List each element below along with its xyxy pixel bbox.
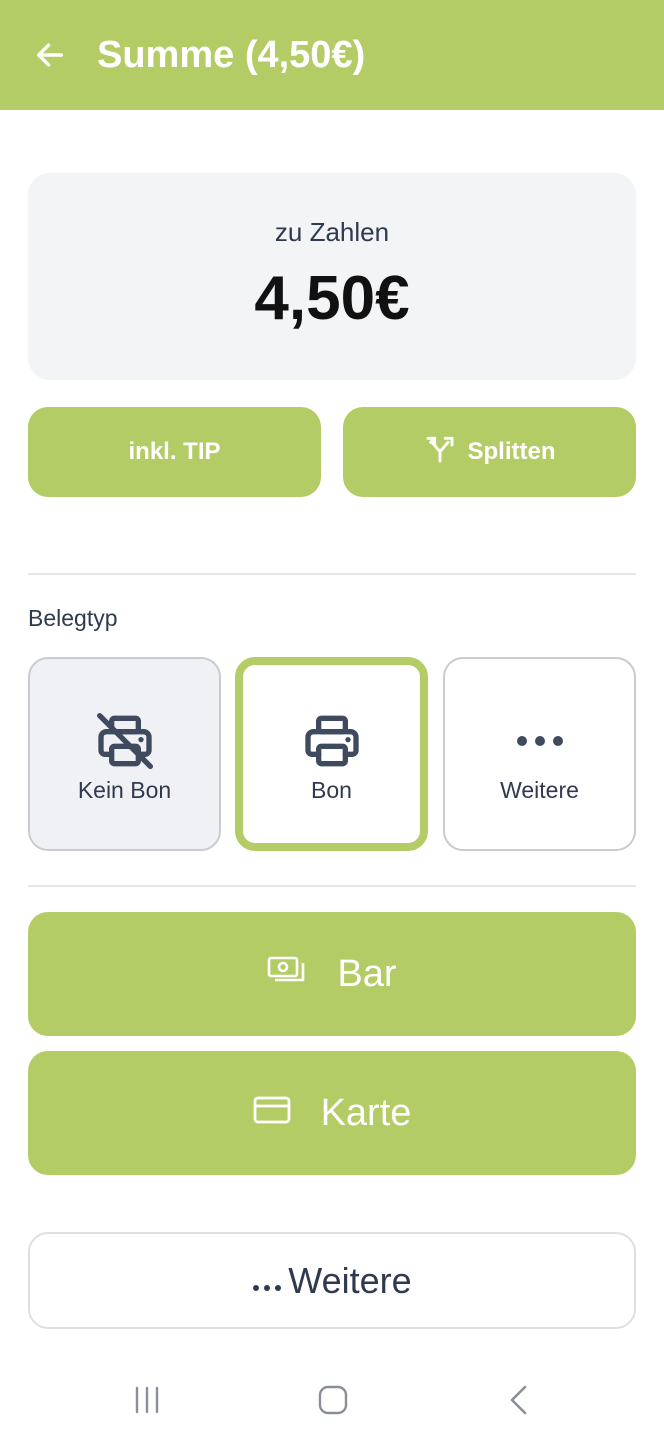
app-bar: Summe (4,50€) <box>0 0 664 110</box>
home-icon[interactable] <box>303 1378 363 1422</box>
receipt-option-no-receipt[interactable]: Kein Bon <box>28 657 221 851</box>
more-dots-icon <box>445 709 634 773</box>
receipt-option-label: Kein Bon <box>77 777 172 803</box>
more-payment-label: Weitere <box>288 1259 412 1301</box>
pay-cash-button[interactable]: Bar <box>28 912 636 1036</box>
tip-button-label: inkl. TIP <box>128 438 221 465</box>
printer-off-icon <box>30 709 219 773</box>
printer-icon <box>243 709 420 773</box>
split-button-label: Splitten <box>467 438 556 465</box>
cash-icon <box>267 953 307 996</box>
divider <box>28 573 636 575</box>
page-title: Summe (4,50€) <box>97 34 366 76</box>
system-navigation-bar <box>0 1360 664 1440</box>
credit-card-icon <box>253 1092 291 1135</box>
split-arrows-icon <box>424 433 456 472</box>
receipt-type-label: Belegtyp <box>28 605 118 631</box>
more-dots-icon <box>252 1260 282 1302</box>
amount-due: 4,50€ <box>254 264 410 333</box>
receipt-option-more[interactable]: Weitere <box>443 657 636 851</box>
receipt-option-label: Bon <box>311 777 352 803</box>
divider <box>28 885 636 887</box>
receipt-option-label: Weitere <box>500 777 579 803</box>
more-payment-button[interactable]: Weitere <box>28 1232 636 1329</box>
pay-card-button[interactable]: Karte <box>28 1051 636 1175</box>
arrow-left-icon[interactable] <box>28 33 72 77</box>
recent-apps-icon[interactable] <box>117 1378 177 1422</box>
pay-card-label: Karte <box>320 1091 412 1134</box>
pay-cash-label: Bar <box>337 952 397 995</box>
amount-summary-card: zu Zahlen 4,50€ <box>28 173 636 380</box>
tip-button[interactable]: inkl. TIP <box>28 407 321 497</box>
split-button[interactable]: Splitten <box>343 407 636 497</box>
nav-back-icon[interactable] <box>489 1378 549 1422</box>
amount-label: zu Zahlen <box>274 217 390 247</box>
receipt-option-receipt[interactable]: Bon <box>235 657 428 851</box>
